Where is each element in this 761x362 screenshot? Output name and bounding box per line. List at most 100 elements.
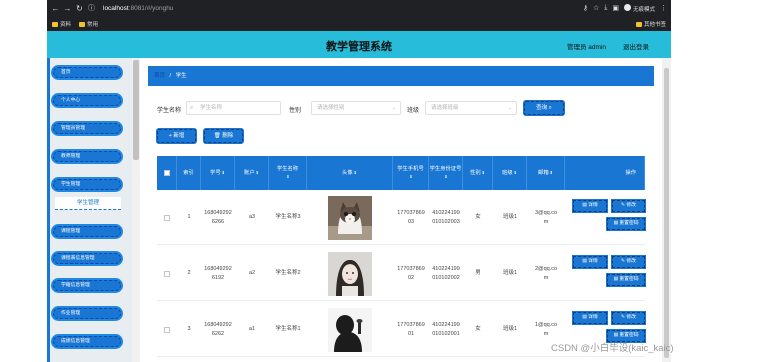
bookmark-item[interactable]: 资料: [52, 20, 71, 28]
sidebar-item-home[interactable]: 首页: [53, 67, 121, 78]
col-gender[interactable]: 性别 ⬍: [463, 156, 493, 190]
chevron-down-icon: ⌄: [391, 105, 396, 111]
student-name-label: 学生名称: [157, 108, 182, 114]
detail-button[interactable]: ▤ 详情: [573, 256, 607, 268]
forward-arrow-icon[interactable]: →: [63, 4, 72, 13]
row-checkbox-cell[interactable]: [157, 190, 177, 245]
table-row[interactable]: 2 1680492926192 a2 学生名称2 17703786902 410…: [157, 246, 645, 301]
reload-icon[interactable]: ↻: [75, 4, 84, 13]
pencil-icon: ✎: [621, 203, 626, 208]
page-scrollbar[interactable]: [662, 58, 671, 362]
sidebar-item-admin[interactable]: 管理员管理: [53, 123, 121, 134]
add-button[interactable]: + 新增: [157, 129, 196, 143]
info-icon[interactable]: ⓘ: [87, 4, 96, 13]
sidebar-item-teacher[interactable]: 教师管理: [53, 151, 121, 162]
gender-select[interactable]: 请选择性别 ⌄: [311, 101, 401, 115]
col-student-no[interactable]: 学号 ⬍: [201, 156, 235, 190]
reset-password-button[interactable]: ▤ 重置密码: [607, 274, 645, 286]
delete-button[interactable]: 🗑 删除: [204, 129, 243, 143]
sidebar-item-course[interactable]: 课程管理: [53, 226, 121, 237]
sort-icon[interactable]: ⬍: [286, 173, 289, 181]
sidebar-item-student[interactable]: 学生管理: [53, 179, 121, 190]
row-checkbox-cell[interactable]: [157, 302, 177, 357]
class-placeholder: 请选择班级: [431, 105, 459, 111]
breadcrumb: 首页 / 学生: [148, 66, 654, 86]
sort-icon[interactable]: ⬍: [482, 169, 485, 177]
col-avatar[interactable]: 头像 ⬍: [307, 156, 393, 190]
detail-button[interactable]: ▤ 详情: [573, 312, 607, 324]
star-icon[interactable]: ☆: [593, 4, 599, 12]
cell-avatar: [307, 302, 393, 357]
back-arrow-icon[interactable]: ←: [51, 4, 60, 13]
cell-class: 班级1: [502, 326, 518, 332]
sort-icon[interactable]: ⬍: [409, 173, 412, 181]
sort-icon[interactable]: ⬍: [550, 169, 553, 177]
col-ops: 操作: [565, 156, 645, 190]
col-email[interactable]: 邮箱 ⬍: [527, 156, 565, 190]
sort-icon[interactable]: ⬍: [256, 169, 259, 177]
edit-button[interactable]: ✎ 修改: [612, 312, 645, 324]
col-phone[interactable]: 学生手机号 ⬍: [393, 156, 429, 190]
sort-icon[interactable]: ⬍: [444, 173, 447, 181]
sidebar-item-grades[interactable]: 成绩信息管理: [53, 336, 121, 347]
menu-dots-icon[interactable]: ⋮: [660, 4, 667, 12]
key-icon[interactable]: ⚷: [583, 4, 588, 12]
csdn-watermark: CSDN @小白毕设(kaic_kaic): [551, 343, 674, 354]
query-button[interactable]: 查询 ⌕: [524, 101, 564, 115]
table-row[interactable]: 1 1680492926266 a3 学生名称3 17703786903 410…: [157, 190, 645, 245]
cell-gender: 男: [475, 270, 481, 276]
cell-student-no: 1680492926262: [204, 321, 232, 337]
sort-icon[interactable]: ⬍: [354, 169, 357, 177]
cell-class: 班级1: [502, 214, 518, 220]
search-icon: ⌕: [548, 105, 552, 111]
address-bar[interactable]: localhost:8081/#/yonghu: [103, 5, 173, 12]
bookmark-item[interactable]: 常用: [79, 20, 98, 28]
detail-button[interactable]: ▤ 详情: [573, 200, 607, 212]
sidebar-subitem-student[interactable]: 学生管理: [55, 197, 121, 210]
logout-link[interactable]: 退出登录: [623, 41, 649, 51]
sidebar-item-status[interactable]: 学籍信息管理: [53, 280, 121, 291]
cell-index: 1: [187, 214, 191, 220]
cell-name: 学生名称1: [275, 326, 301, 332]
sidebar-scroll-thumb[interactable]: [133, 60, 139, 160]
student-name-input[interactable]: ⌕ 学生名称: [186, 101, 281, 115]
incognito-indicator[interactable]: 无痕模式: [623, 3, 655, 13]
edit-button[interactable]: ✎ 修改: [612, 256, 645, 268]
sort-icon[interactable]: ⬍: [222, 169, 225, 177]
browser-toolbar-right: ⚷ ☆ ⤓ ▣ 无痕模式 ⋮: [583, 3, 667, 13]
col-id-card[interactable]: 学生身份证号 ⬍: [429, 156, 463, 190]
col-name[interactable]: 学生名称 ⬍: [269, 156, 307, 190]
class-label: 班级: [407, 108, 420, 114]
sidebar-item-schedule[interactable]: 课程表信息管理: [53, 253, 121, 264]
page-scroll-thumb[interactable]: [664, 68, 669, 358]
row-checkbox[interactable]: [164, 214, 170, 221]
folder-icon: [635, 21, 642, 27]
other-bookmarks[interactable]: 其他书签: [635, 20, 666, 28]
row-checkbox[interactable]: [164, 270, 170, 277]
class-select[interactable]: 请选择班级 ⌄: [425, 101, 517, 115]
breadcrumb-separator: /: [169, 73, 172, 79]
sidebar-item-homework[interactable]: 作业管理: [53, 308, 121, 319]
doc-icon: ▤: [613, 333, 618, 338]
current-user: 管理员 admin: [567, 44, 607, 51]
select-all-checkbox[interactable]: [163, 170, 170, 176]
search-icon: ⌕: [190, 105, 194, 111]
select-all-checkbox-cell[interactable]: [157, 156, 177, 190]
row-checkbox-cell[interactable]: [157, 246, 177, 301]
cell-id-card: 410224199010102001: [432, 321, 460, 337]
sort-icon[interactable]: ⬍: [514, 169, 517, 177]
col-account[interactable]: 账户 ⬍: [235, 156, 269, 190]
gender-label: 性别: [289, 108, 302, 114]
plus-icon: +: [168, 133, 172, 139]
row-checkbox[interactable]: [164, 326, 170, 333]
sidebar-scrollbar[interactable]: [132, 58, 140, 362]
col-class[interactable]: 班级 ⬍: [493, 156, 527, 190]
sidebar-item-profile[interactable]: 个人中心: [53, 95, 121, 106]
sidepanel-icon[interactable]: ▣: [612, 4, 619, 12]
breadcrumb-home[interactable]: 首页: [154, 73, 165, 79]
download-icon[interactable]: ⤓: [604, 4, 607, 12]
cell-email: 2@qq.com: [534, 265, 558, 281]
student-name-placeholder: 学生名称: [200, 105, 223, 111]
edit-button[interactable]: ✎ 修改: [612, 200, 645, 212]
reset-password-button[interactable]: ▤ 重置密码: [607, 218, 645, 230]
